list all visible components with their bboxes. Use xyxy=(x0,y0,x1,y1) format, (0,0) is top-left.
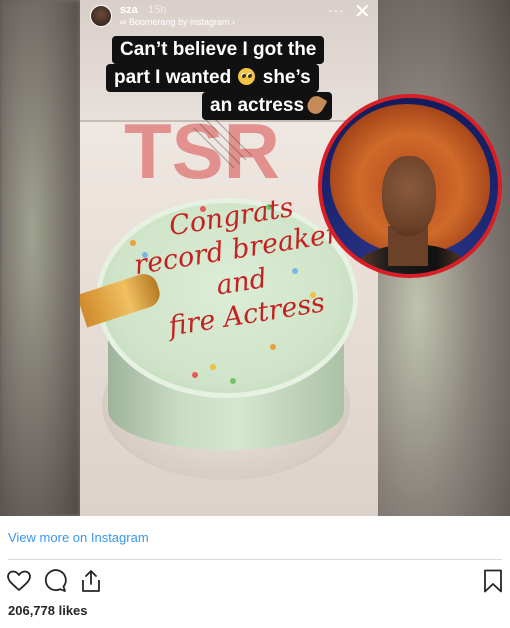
bookmark-outline-icon[interactable] xyxy=(480,568,506,594)
inset-portrait xyxy=(318,94,502,278)
sprinkle xyxy=(230,378,236,384)
action-bar xyxy=(6,568,506,594)
view-more-link[interactable]: View more on Instagram xyxy=(8,530,149,545)
sprinkle xyxy=(210,364,216,370)
avatar[interactable] xyxy=(90,5,112,27)
caption-line-3: an actress xyxy=(202,92,333,120)
likes-count[interactable]: 206,778 likes xyxy=(8,603,88,618)
hand-emoji-icon xyxy=(304,93,328,117)
story-username[interactable]: sza xyxy=(120,4,138,16)
caption-line-1: Can’t believe I got the xyxy=(112,36,325,64)
media-image[interactable]: TSR Congrats record breaker and fire Act… xyxy=(0,0,510,516)
tsr-watermark: TSR xyxy=(124,108,280,188)
caption-line-2: part I wanted she’s xyxy=(106,64,319,92)
svg-text:TSR: TSR xyxy=(124,108,280,188)
portrait-face xyxy=(382,156,436,236)
sprinkle xyxy=(270,344,276,350)
instagram-embed: TSR Congrats record breaker and fire Act… xyxy=(0,0,510,628)
sprinkle xyxy=(192,372,198,378)
more-options-icon[interactable]: ··· xyxy=(328,2,345,18)
divider xyxy=(8,559,502,560)
boomerang-label[interactable]: ∞ Boomerang by instagram › xyxy=(120,17,235,27)
close-icon[interactable]: ✕ xyxy=(354,2,371,22)
story-timestamp: 15h xyxy=(148,4,167,16)
pleading-face-icon xyxy=(238,68,256,85)
story-header: sza 15h ∞ Boomerang by instagram › ··· ✕ xyxy=(90,2,380,34)
share-upload-icon[interactable] xyxy=(78,568,104,594)
speech-bubble-icon[interactable] xyxy=(42,568,68,594)
heart-outline-icon[interactable] xyxy=(6,568,32,594)
blurred-background-left xyxy=(0,0,80,516)
